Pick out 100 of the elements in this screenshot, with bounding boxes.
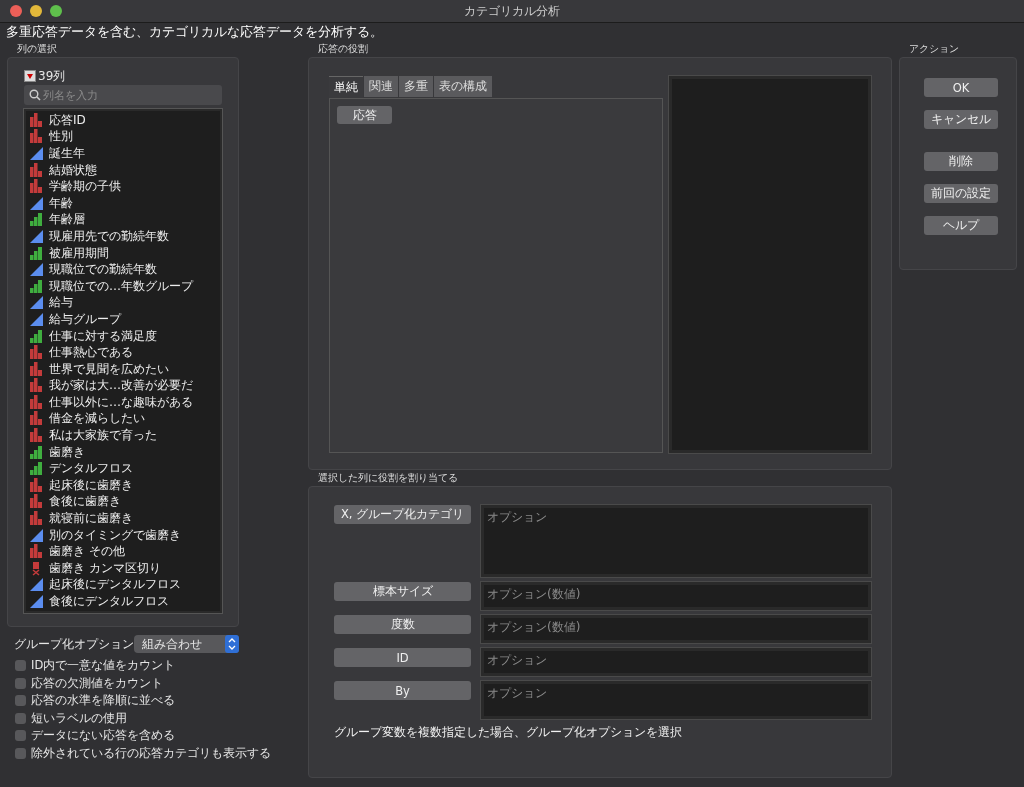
column-list-item[interactable]: 結婚状態	[29, 161, 217, 179]
role-field[interactable]: オプション	[481, 505, 871, 577]
role-field[interactable]: オプション(数値)	[481, 582, 871, 610]
column-list-item[interactable]: 被雇用期間	[29, 244, 217, 262]
ascending-bars-icon	[29, 461, 44, 477]
triangle-icon	[29, 228, 44, 244]
bar-chart-icon	[29, 129, 44, 145]
column-list-item[interactable]: 歯磨き	[29, 443, 217, 461]
column-list-item[interactable]: 給与グループ	[29, 311, 217, 328]
bar-chart-icon	[29, 544, 44, 560]
action-button[interactable]: キャンセル	[924, 110, 998, 129]
checkbox-option[interactable]: 除外されている行の応答カテゴリも表示する	[15, 744, 271, 762]
window-title: カテゴリカル分析	[464, 2, 561, 20]
checkbox[interactable]	[15, 660, 26, 672]
column-list-item[interactable]: デンタルフロス	[29, 460, 217, 478]
column-count: 39列	[38, 67, 66, 85]
role-field[interactable]: オプション	[481, 648, 871, 676]
triangle-icon	[29, 195, 44, 211]
role-field[interactable]: オプション	[481, 681, 871, 719]
close-button[interactable]	[10, 5, 22, 17]
role-button[interactable]: 度数	[334, 615, 471, 634]
column-list-item[interactable]: 起床後にデンタルフロス	[29, 576, 217, 594]
description-text: 多重応答データを含む、カテゴリカルな応答データを分析する。	[5, 23, 384, 41]
column-list-item[interactable]: 年齢	[29, 194, 217, 212]
bar-chart-icon	[29, 511, 44, 527]
column-list-item[interactable]: 我が家は大…改善が必要だ	[29, 377, 217, 395]
ascending-bars-icon	[29, 328, 44, 344]
bar-chart-icon	[29, 345, 44, 361]
column-list-item[interactable]: 私は大家族で育った	[29, 427, 217, 444]
column-list-item[interactable]: 誕生年	[29, 145, 217, 162]
checkbox[interactable]	[15, 695, 26, 707]
column-list-item[interactable]: 現職位での勤続年数	[29, 261, 217, 278]
role-button[interactable]: ID	[334, 648, 471, 667]
column-list-item[interactable]: 起床後に歯磨き	[29, 477, 217, 494]
response-list-box[interactable]	[669, 76, 871, 453]
action-button[interactable]: 前回の設定	[924, 184, 998, 203]
grouping-dropdown[interactable]: 組み合わせ	[134, 635, 239, 653]
role-button[interactable]: By	[334, 681, 471, 700]
action-button[interactable]: 削除	[924, 152, 998, 171]
checkbox-option[interactable]: データにない応答を含める	[15, 727, 175, 745]
response-button[interactable]: 応答	[337, 106, 392, 124]
ascending-bars-icon	[29, 245, 44, 261]
bar-chart-icon	[29, 411, 44, 427]
triangle-icon	[29, 577, 44, 593]
triangle-icon	[29, 295, 44, 311]
column-list-item[interactable]: 別のタイミングで歯磨き	[29, 526, 217, 544]
role-field[interactable]: オプション(数値)	[481, 615, 871, 643]
grouping-label: グループ化オプション	[14, 635, 134, 653]
column-list-item[interactable]: 現雇用先での勤続年数	[29, 228, 217, 245]
column-list-item[interactable]: 借金を減らしたい	[29, 410, 217, 428]
checkbox-option[interactable]: 応答の水準を降順に並べる	[15, 692, 175, 710]
zoom-button[interactable]	[50, 5, 62, 17]
checkbox[interactable]	[15, 747, 26, 759]
checkbox[interactable]	[15, 730, 26, 742]
bar-chart-icon	[29, 477, 44, 493]
ascending-bars-icon	[29, 444, 44, 460]
bar-chart-icon	[29, 179, 44, 195]
search-field[interactable]: 列名を入力	[24, 85, 222, 105]
column-list-item[interactable]: 給与	[29, 294, 217, 312]
tab[interactable]: 関連	[364, 76, 398, 97]
bar-chart-icon	[29, 494, 44, 510]
checkbox-option[interactable]: 応答の欠測値をカウント	[15, 674, 163, 692]
column-list-item[interactable]: 就寝前に歯磨き	[29, 510, 217, 527]
tab[interactable]: 表の構成	[434, 76, 492, 97]
column-list-item[interactable]: 世界で見聞を広めたい	[29, 360, 217, 378]
checkbox-option[interactable]: 短いラベルの使用	[15, 709, 127, 727]
column-list-item[interactable]: 食後にデンタルフロス	[29, 593, 217, 610]
column-list-item[interactable]: 食後に歯磨き	[29, 493, 217, 511]
triangle-icon	[29, 527, 44, 543]
hint-text: グループ変数を複数指定した場合、グループ化オプションを選択	[334, 724, 683, 741]
column-list-item[interactable]: 歯磨き カンマ区切り	[29, 560, 217, 577]
bar-chart-icon	[29, 394, 44, 410]
role-button[interactable]: 標本サイズ	[334, 582, 471, 601]
checkbox[interactable]	[15, 712, 26, 724]
column-list-item[interactable]: 歯磨き その他	[29, 543, 217, 561]
column-list-item[interactable]: 年齢層	[29, 211, 217, 229]
column-list-item[interactable]: 現職位での…年数グループ	[29, 277, 217, 295]
ascending-bars-icon	[29, 212, 44, 228]
column-list-item[interactable]: 応答ID	[29, 112, 217, 129]
triangle-icon	[29, 594, 44, 609]
minimize-button[interactable]	[30, 5, 42, 17]
column-list-item[interactable]: 性別	[29, 128, 217, 146]
checkbox[interactable]	[15, 677, 26, 689]
triangle-icon	[29, 146, 44, 161]
triangle-icon	[29, 311, 44, 327]
column-list-item[interactable]: 学齢期の子供	[29, 178, 217, 195]
column-list-item[interactable]: 仕事以外に…な趣味がある	[29, 394, 217, 411]
bar-chart-icon	[29, 361, 44, 377]
section-label: 列の選択	[16, 42, 58, 56]
triangle-icon	[29, 262, 44, 278]
stepper-arrows-icon	[225, 635, 239, 653]
role-button[interactable]: X, グループ化カテゴリ	[334, 505, 471, 524]
column-list-item[interactable]: 仕事熱心である	[29, 344, 217, 361]
ascending-bars-icon	[29, 278, 44, 294]
action-button[interactable]: OK	[924, 78, 998, 97]
checkbox-option[interactable]: ID内で一意な値をカウント	[15, 657, 176, 675]
tab[interactable]: 多重	[399, 76, 433, 97]
section-label: アクション	[908, 42, 960, 56]
action-button[interactable]: ヘルプ	[924, 216, 998, 235]
column-list-item[interactable]: 仕事に対する満足度	[29, 327, 217, 345]
